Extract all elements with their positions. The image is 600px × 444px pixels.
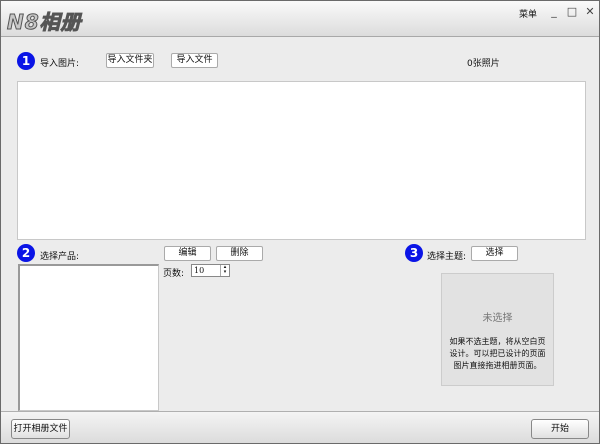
- photo-count: 0张照片: [467, 59, 500, 69]
- close-button[interactable]: ✕: [583, 5, 597, 19]
- select-product-label: 选择产品:: [40, 252, 80, 262]
- step-3-badge: 3: [405, 244, 423, 262]
- bottom-bar: 打开相册文件 开始: [1, 411, 599, 443]
- theme-status: 未选择: [482, 313, 513, 324]
- select-theme-label: 选择主题:: [427, 252, 467, 262]
- title-bar: N8相册 菜单 _ □ ✕: [1, 1, 599, 37]
- app-logo: N8相册: [7, 10, 82, 35]
- photo-list-area[interactable]: [17, 81, 586, 240]
- minimize-button[interactable]: _: [547, 5, 561, 19]
- step-1-badge: 1: [17, 52, 35, 70]
- import-images-label: 导入图片:: [40, 59, 80, 69]
- import-folder-button[interactable]: 导入文件夹: [106, 53, 154, 68]
- delete-button[interactable]: 删除: [216, 246, 263, 261]
- pages-label: 页数:: [163, 269, 185, 279]
- import-file-button[interactable]: 导入文件: [171, 53, 218, 68]
- stepper-arrows-icon[interactable]: ▴ ▾: [220, 265, 229, 276]
- start-button[interactable]: 开始: [531, 419, 589, 439]
- edit-button[interactable]: 编辑: [164, 246, 211, 261]
- app-window: N8相册 菜单 _ □ ✕ 1 导入图片: 导入文件夹 导入文件 0张照片 2 …: [0, 0, 600, 444]
- theme-hint: 如果不选主题，将从空白页设计。可以把已设计的页面图片直接拖进相册页面。: [449, 337, 546, 370]
- step-2-badge: 2: [17, 244, 35, 262]
- product-list[interactable]: [18, 264, 159, 411]
- select-theme-button[interactable]: 选择: [471, 246, 518, 261]
- pages-value: 10: [194, 266, 205, 275]
- menu-button[interactable]: 菜单: [519, 7, 537, 20]
- open-album-button[interactable]: 打开相册文件: [11, 419, 70, 439]
- theme-preview[interactable]: 未选择 如果不选主题，将从空白页设计。可以把已设计的页面图片直接拖进相册页面。: [441, 273, 554, 386]
- pages-stepper[interactable]: 10 ▴ ▾: [191, 264, 230, 277]
- maximize-button[interactable]: □: [565, 5, 579, 19]
